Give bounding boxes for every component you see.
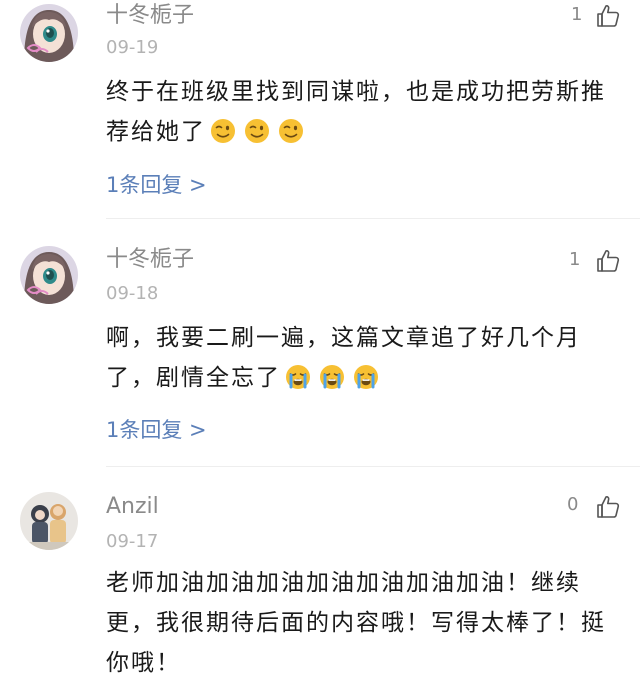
avatar[interactable] xyxy=(20,246,78,304)
username[interactable]: 十冬栀子 xyxy=(106,3,194,29)
avatar[interactable] xyxy=(20,4,78,62)
thumbs-up-icon[interactable] xyxy=(595,494,621,520)
view-replies-link[interactable]: 1条回复 > xyxy=(106,172,207,198)
comment-text-content: 老师加油加油加油加油加油加油加油！继续更，我很期待后面的内容哦！写得太棒了！挺你… xyxy=(106,570,606,676)
winking-face-icon xyxy=(210,118,236,144)
like-count: 0 xyxy=(567,494,579,515)
username[interactable]: 十冬栀子 xyxy=(106,247,194,273)
avatar[interactable] xyxy=(20,492,78,550)
username[interactable]: Anzil xyxy=(106,494,159,520)
thumbs-up-icon[interactable] xyxy=(595,3,621,29)
comment-date: 09-19 xyxy=(106,37,159,58)
comment-text-content: 终于在班级里找到同谋啦，也是成功把劳斯推荐给她了 xyxy=(106,79,606,145)
avatar-image-icon xyxy=(20,4,78,62)
avatar-image-icon xyxy=(20,492,78,550)
comment-date: 09-18 xyxy=(106,283,159,304)
comment-text: 啊，我要二刷一遍，这篇文章追了好几个月了，剧情全忘了 xyxy=(106,318,606,398)
divider xyxy=(106,218,640,219)
winking-face-icon xyxy=(278,118,304,144)
comment-date: 09-17 xyxy=(106,531,159,552)
comment-text: 老师加油加油加油加油加油加油加油！继续更，我很期待后面的内容哦！写得太棒了！挺你… xyxy=(106,563,606,683)
like-count: 1 xyxy=(571,4,583,25)
divider xyxy=(106,466,640,467)
view-replies-link[interactable]: 1条回复 > xyxy=(106,417,207,443)
winking-face-icon xyxy=(244,118,270,144)
loudly-crying-face-icon xyxy=(353,364,379,390)
loudly-crying-face-icon xyxy=(285,364,311,390)
loudly-crying-face-icon xyxy=(319,364,345,390)
avatar-image-icon xyxy=(20,246,78,304)
like-count: 1 xyxy=(569,249,581,270)
thumbs-up-icon[interactable] xyxy=(595,248,621,274)
comment-text: 终于在班级里找到同谋啦，也是成功把劳斯推荐给她了 xyxy=(106,72,606,152)
